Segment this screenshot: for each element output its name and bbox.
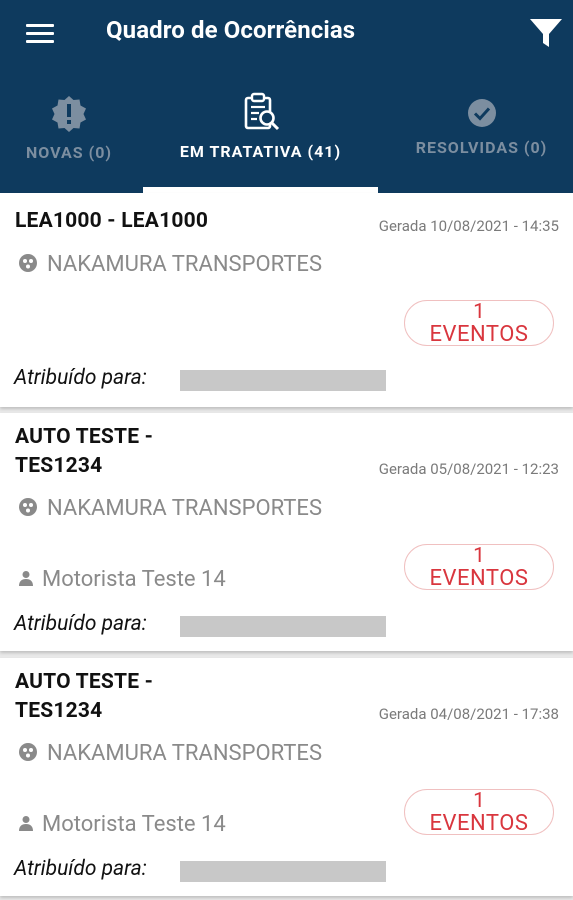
assigned-label: Atribuído para:	[14, 366, 147, 390]
person-icon	[19, 571, 33, 586]
tab-label: EM TRATATIVA (41)	[179, 142, 342, 161]
clipboard-search-icon	[244, 92, 279, 131]
occurrence-card[interactable]: AUTO TESTE - TES1234 Gerada 04/08/2021 -…	[0, 658, 573, 896]
occurrence-card[interactable]: AUTO TESTE - TES1234 Gerada 05/08/2021 -…	[0, 413, 573, 651]
generated-timestamp: Gerada 04/08/2021 - 17:38	[378, 705, 559, 723]
events-badge[interactable]: 1 EVENTOS	[404, 789, 554, 835]
tab-label: RESOLVIDAS (0)	[415, 138, 548, 157]
assigned-label: Atribuído para:	[14, 857, 147, 881]
assigned-user-redacted	[180, 370, 386, 391]
check-circle-icon	[467, 99, 496, 127]
generated-timestamp: Gerada 10/08/2021 - 14:35	[378, 217, 559, 235]
assigned-label: Atribuído para:	[14, 612, 147, 636]
tab-label: NOVAS (0)	[26, 143, 112, 162]
page-title: Quadro de Ocorrências	[106, 16, 356, 44]
events-label: EVENTOS	[429, 322, 529, 347]
driver-name: Motorista Teste 14	[18, 812, 226, 837]
events-badge[interactable]: 1 EVENTOS	[404, 300, 554, 346]
company-name: NAKAMURA TRANSPORTES	[18, 252, 322, 277]
company-icon	[19, 498, 37, 516]
company-icon	[19, 254, 37, 272]
tab-em-tratativa[interactable]: EM TRATATIVA (41)	[143, 88, 378, 193]
tab-novas[interactable]: NOVAS (0)	[0, 88, 138, 193]
assigned-user-redacted	[180, 861, 386, 882]
vehicle-plate: AUTO TESTE - TES1234	[15, 670, 154, 723]
company-name: NAKAMURA TRANSPORTES	[18, 741, 322, 766]
app-header: Quadro de Ocorrências NOVAS (0) EM TRATA…	[0, 0, 573, 193]
events-badge[interactable]: 1 EVENTOS	[404, 544, 554, 590]
events-count: 1	[473, 544, 485, 568]
menu-icon[interactable]	[26, 22, 56, 44]
occurrence-card[interactable]: LEA1000 - LEA1000 Gerada 10/08/2021 - 14…	[0, 193, 573, 407]
assigned-user-redacted	[180, 616, 386, 637]
events-label: EVENTOS	[429, 811, 529, 836]
alert-badge-icon	[52, 96, 86, 132]
filter-icon[interactable]	[528, 15, 564, 51]
vehicle-plate: LEA1000 - LEA1000	[15, 209, 209, 233]
events-label: EVENTOS	[429, 566, 529, 591]
generated-timestamp: Gerada 05/08/2021 - 12:23	[378, 460, 559, 478]
events-count: 1	[473, 300, 485, 324]
company-icon	[19, 743, 37, 761]
person-icon	[19, 816, 33, 831]
events-count: 1	[473, 789, 485, 813]
company-name: NAKAMURA TRANSPORTES	[18, 496, 322, 521]
vehicle-plate: AUTO TESTE - TES1234	[15, 425, 154, 478]
driver-name: Motorista Teste 14	[18, 567, 226, 592]
tab-resolvidas[interactable]: RESOLVIDAS (0)	[390, 88, 573, 193]
